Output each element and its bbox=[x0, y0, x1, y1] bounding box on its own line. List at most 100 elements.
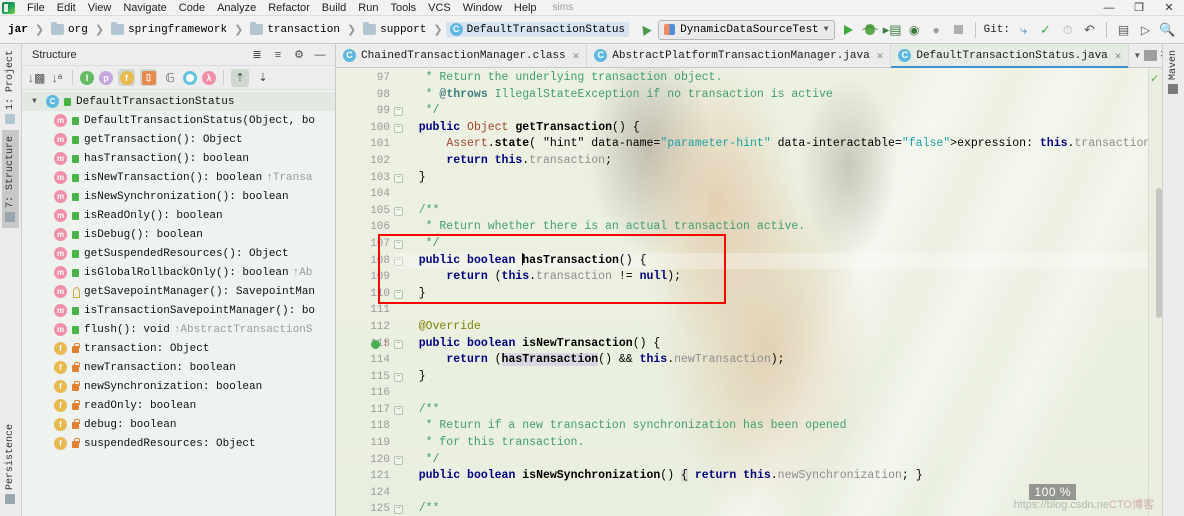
run-method-icon[interactable] bbox=[371, 339, 380, 349]
close-icon[interactable]: ✕ bbox=[877, 49, 884, 63]
menu-item-tools[interactable]: Tools bbox=[384, 0, 422, 16]
collapse-all-icon[interactable]: ≡ bbox=[271, 48, 285, 62]
breadcrumb-jar[interactable]: jar bbox=[4, 24, 32, 36]
breadcrumb-org[interactable]: org bbox=[47, 22, 92, 37]
code-line[interactable] bbox=[394, 385, 1148, 402]
autoscroll-from-source-icon[interactable]: ⇣ bbox=[254, 69, 272, 87]
debug-icon[interactable] bbox=[862, 21, 879, 38]
autoscroll-to-source-icon[interactable]: ⇡ bbox=[231, 68, 249, 87]
structure-item[interactable]: m getSavepointManager(): SavepointMan bbox=[22, 282, 335, 301]
run-configuration-selector[interactable]: DynamicDataSourceTest ▼ bbox=[658, 19, 835, 40]
stop-icon[interactable] bbox=[950, 21, 967, 38]
editor-tab-abstractplatformtransactionmanager[interactable]: C AbstractPlatformTransactionManager.jav… bbox=[587, 44, 892, 67]
run-with-coverage-icon[interactable]: ▸▤ bbox=[883, 21, 902, 38]
code-line[interactable]: /** bbox=[394, 203, 1148, 220]
gutter-line[interactable]: 118 bbox=[336, 418, 394, 435]
tool-window-tab-persistence[interactable]: Persistence bbox=[2, 418, 19, 510]
menu-item-file[interactable]: File bbox=[21, 0, 51, 16]
gutter-line[interactable]: 111 bbox=[336, 302, 394, 319]
code-line[interactable]: /** bbox=[394, 402, 1148, 419]
gutter-line[interactable]: 121 bbox=[336, 468, 394, 485]
gutter-line[interactable]: 108− bbox=[336, 253, 403, 270]
minimize-button[interactable]: — bbox=[1094, 0, 1124, 16]
chevron-down-icon[interactable]: ▼ bbox=[1133, 51, 1141, 60]
gutter-line[interactable]: 101 bbox=[336, 136, 394, 153]
code-line[interactable]: Assert.state( "hint" data-name="paramete… bbox=[394, 136, 1148, 153]
structure-item[interactable]: f readOnly: boolean bbox=[22, 396, 335, 415]
show-fields-toggle[interactable]: f bbox=[118, 69, 135, 86]
structure-item[interactable]: m isGlobalRollbackOnly(): boolean ↑Ab bbox=[22, 263, 335, 282]
gutter-line[interactable]: 125− bbox=[336, 501, 403, 516]
sort-by-visibility-icon[interactable]: ↓▩ bbox=[28, 71, 45, 85]
structure-item[interactable]: m isReadOnly(): boolean bbox=[22, 206, 335, 225]
gutter-line[interactable]: 100− bbox=[336, 120, 403, 137]
gutter-line[interactable]: 116 bbox=[336, 385, 394, 402]
structure-item[interactable]: f newSynchronization: boolean bbox=[22, 377, 335, 396]
git-history-icon[interactable]: ⏱ bbox=[1059, 21, 1076, 38]
gutter-line[interactable]: 113− ↑ bbox=[336, 336, 403, 353]
structure-item[interactable]: m flush(): void ↑AbstractTransactionS bbox=[22, 320, 335, 339]
structure-item[interactable]: m DefaultTransactionStatus(Object, bo bbox=[22, 111, 335, 130]
show-inherited-icon[interactable]: I bbox=[80, 70, 94, 85]
structure-item[interactable]: m hasTransaction(): boolean bbox=[22, 149, 335, 168]
structure-item[interactable]: m getTransaction(): Object bbox=[22, 130, 335, 149]
code-line[interactable]: public boolean hasTransaction() { bbox=[394, 252, 1148, 270]
structure-item[interactable]: m isNewTransaction(): boolean ↑Transa bbox=[22, 168, 335, 187]
code-line[interactable]: */ bbox=[394, 236, 1148, 253]
code-line[interactable]: public boolean isNewTransaction() { bbox=[394, 336, 1148, 353]
terminal-icon[interactable]: ▷ bbox=[1137, 21, 1154, 38]
editor-vertical-scrollbar[interactable] bbox=[1156, 68, 1162, 516]
gutter-line[interactable]: 98 bbox=[336, 87, 394, 104]
run-icon[interactable] bbox=[840, 21, 857, 38]
structure-item[interactable]: m getSuspendedResources(): Object bbox=[22, 244, 335, 263]
gutter-line[interactable]: 107− bbox=[336, 236, 403, 253]
code-line[interactable]: * @throws IllegalStateException if no tr… bbox=[394, 87, 1148, 104]
git-rollback-icon[interactable]: ↶ bbox=[1081, 21, 1098, 38]
code-line[interactable]: * for this transaction. bbox=[394, 435, 1148, 452]
code-line[interactable]: @Override bbox=[394, 319, 1148, 336]
menu-item-code[interactable]: Code bbox=[173, 0, 211, 16]
code-line[interactable]: } bbox=[394, 170, 1148, 187]
editor-tab-chainedtransactionmanager[interactable]: C ChainedTransactionManager.class ✕ bbox=[336, 44, 588, 67]
breadcrumb-springframework[interactable]: springframework bbox=[107, 22, 231, 37]
gutter-line[interactable]: 99− bbox=[336, 103, 403, 120]
structure-item[interactable]: f transaction: Object bbox=[22, 339, 335, 358]
structure-item[interactable]: ▼ C DefaultTransactionStatus bbox=[22, 92, 335, 111]
gutter-line[interactable]: 109 bbox=[336, 269, 394, 286]
gutter-line[interactable]: 117− bbox=[336, 402, 403, 419]
code-line[interactable]: * Return if a new transaction synchroniz… bbox=[394, 418, 1148, 435]
close-button[interactable]: ✕ bbox=[1154, 0, 1184, 16]
menu-item-build[interactable]: Build bbox=[316, 0, 352, 16]
structure-item[interactable]: m isDebug(): boolean bbox=[22, 225, 335, 244]
menu-item-analyze[interactable]: Analyze bbox=[211, 0, 262, 16]
code-line[interactable]: return (hasTransaction() && this.newTran… bbox=[394, 352, 1148, 369]
gutter-line[interactable]: 124 bbox=[336, 485, 394, 502]
gutter-line[interactable]: 104 bbox=[336, 186, 394, 203]
menu-item-refactor[interactable]: Refactor bbox=[262, 0, 316, 16]
close-icon[interactable]: ✕ bbox=[1115, 49, 1122, 63]
menu-item-edit[interactable]: Edit bbox=[51, 0, 82, 16]
gutter-line[interactable]: 112 bbox=[336, 319, 394, 336]
gutter-line[interactable]: 105− bbox=[336, 203, 403, 220]
structure-item[interactable]: m isTransactionSavepointManager(): bo bbox=[22, 301, 335, 320]
menu-item-view[interactable]: View bbox=[82, 0, 118, 16]
maximize-button[interactable]: ❐ bbox=[1124, 0, 1154, 16]
menu-item-run[interactable]: Run bbox=[352, 0, 384, 16]
structure-item[interactable]: f newTransaction: boolean bbox=[22, 358, 335, 377]
tab-list-icon[interactable] bbox=[1144, 50, 1158, 61]
code-line[interactable] bbox=[394, 186, 1148, 203]
gutter-line[interactable]: 114 bbox=[336, 352, 394, 369]
code-line[interactable]: } bbox=[394, 286, 1148, 303]
menu-item-window[interactable]: Window bbox=[457, 0, 508, 16]
menu-item-help[interactable]: Help bbox=[508, 0, 543, 16]
code-line[interactable]: public Object getTransaction() { bbox=[394, 120, 1148, 137]
gutter-line[interactable]: 115− bbox=[336, 369, 403, 386]
gutter-line[interactable]: 110− bbox=[336, 286, 403, 303]
code-line[interactable]: } bbox=[394, 369, 1148, 386]
breadcrumb-class[interactable]: C DefaultTransactionStatus bbox=[445, 22, 630, 37]
git-update-icon[interactable]: ⤷ bbox=[1015, 21, 1032, 38]
sort-alphabetically-icon[interactable]: ↓ᵃ bbox=[49, 71, 65, 85]
code-line[interactable]: return this.transaction; bbox=[394, 153, 1148, 170]
update-project-arrow-icon[interactable] bbox=[636, 21, 653, 38]
settings-gear-icon[interactable]: ⚙ bbox=[292, 48, 306, 62]
